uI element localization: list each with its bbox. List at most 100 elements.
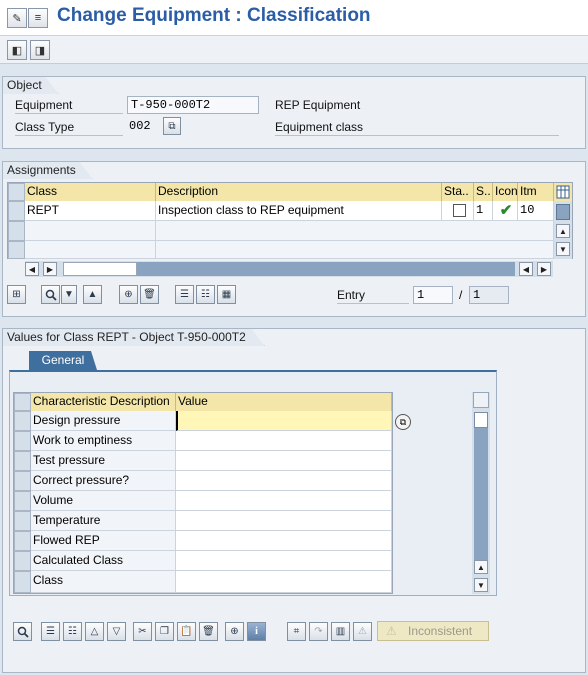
scroll-left-end-icon[interactable]: ◀ (519, 262, 533, 276)
vertical-scrollbar[interactable]: ▲ ▼ (554, 201, 572, 259)
values-group-title: Values for Class REPT - Object T-950-000… (2, 328, 265, 346)
select-all-icon[interactable]: ☰ (41, 622, 60, 641)
select-all-icon[interactable]: ☰ (175, 285, 194, 304)
cell-class[interactable] (25, 221, 156, 241)
select-all-cell[interactable] (8, 183, 25, 201)
status-checkbox[interactable] (453, 204, 466, 217)
cut-icon[interactable]: ✂ (133, 622, 152, 641)
assignments-table: Class Description Sta.. S.. Icon Itm REP… (7, 182, 573, 259)
column-header-icon[interactable]: Icon (493, 183, 518, 201)
column-header-item[interactable]: Itm (518, 183, 554, 201)
column-header-status[interactable]: Sta.. (442, 183, 474, 201)
sort-ascending-icon[interactable]: △ (85, 622, 104, 641)
characteristic-label: Class (31, 571, 176, 593)
search-icon[interactable] (41, 285, 60, 304)
row-selector[interactable] (14, 471, 31, 491)
search-icon[interactable] (13, 622, 32, 641)
scroll-up-icon[interactable]: ▲ (474, 560, 488, 574)
dropdown-icon[interactable]: ▼ (61, 285, 77, 304)
table-settings-icon[interactable] (554, 183, 572, 201)
chart-icon: ⚠ (353, 622, 372, 641)
row-selector[interactable] (14, 411, 31, 431)
deselect-all-icon[interactable]: ☷ (63, 622, 82, 641)
object-group-title: Object (2, 76, 59, 94)
scroll-thumb[interactable] (556, 204, 570, 220)
move-up-icon[interactable]: ▲ (83, 285, 102, 304)
scroll-right-icon[interactable]: ▶ (537, 262, 551, 276)
scroll-down-icon[interactable]: ▼ (556, 242, 570, 256)
row-selector[interactable] (14, 431, 31, 451)
value-input[interactable] (176, 511, 392, 531)
entry-field[interactable]: 1 (413, 286, 453, 304)
title-bar: ✎ ≡ Change Equipment : Classification (0, 0, 588, 36)
delete-icon[interactable]: 🗑 (140, 285, 159, 304)
scroll-track (474, 428, 488, 560)
add-value-icon[interactable]: ⊕ (225, 622, 244, 641)
value-help-icon[interactable]: ⧉ (395, 414, 411, 430)
scroll-thumb[interactable] (63, 262, 137, 276)
row-selector[interactable] (14, 531, 31, 551)
cell-class[interactable]: REPT (25, 201, 156, 221)
paste-icon[interactable]: 📋 (177, 622, 196, 641)
binoculars-icon[interactable]: ⌗ (287, 622, 306, 641)
row-selector[interactable] (14, 511, 31, 531)
insert-row-icon[interactable]: ⊞ (7, 285, 26, 304)
details-icon[interactable]: ▦ (217, 285, 236, 304)
empty-row (156, 221, 554, 241)
vertical-scrollbar[interactable]: ▲ ▼ (472, 392, 490, 594)
column-header-characteristic[interactable]: Characteristic Description (31, 393, 176, 411)
cell-item[interactable]: 10 (518, 201, 554, 221)
inconsistent-button: ⚠ Inconsistent (377, 621, 489, 641)
column-header-description[interactable]: Description (156, 183, 442, 201)
scroll-thumb[interactable] (474, 412, 488, 428)
value-input[interactable] (176, 571, 392, 593)
value-input[interactable] (176, 531, 392, 551)
row-selector[interactable] (8, 241, 25, 259)
value-input[interactable] (176, 491, 392, 511)
delete-icon[interactable]: 🗑 (199, 622, 218, 641)
scroll-down-icon[interactable]: ▼ (474, 578, 488, 592)
characteristic-label: Test pressure (31, 451, 176, 471)
row-selector[interactable] (8, 201, 25, 221)
scroll-up-icon[interactable]: ▲ (556, 224, 570, 238)
cell-class[interactable] (25, 241, 156, 259)
cell-s: 1 (474, 201, 493, 221)
row-selector[interactable] (8, 221, 25, 241)
add-entry-icon[interactable]: ⊕ (119, 285, 138, 304)
copy-icon[interactable]: ❐ (155, 622, 174, 641)
row-selector[interactable] (14, 451, 31, 471)
previous-screen-icon[interactable]: ◧ (7, 40, 27, 60)
application-toolbar: ◧ ◨ (0, 36, 588, 64)
filter-icon[interactable]: ▽ (107, 622, 126, 641)
horizontal-scrollbar[interactable]: ◀ ▶ ◀ ▶ (25, 261, 553, 277)
column-header-s[interactable]: S.. (474, 183, 493, 201)
scroll-left-icon[interactable]: ◀ (25, 262, 39, 276)
entry-label: Entry (337, 288, 409, 304)
row-selector[interactable] (14, 551, 31, 571)
tab-general[interactable]: General (29, 351, 97, 370)
empty-row (156, 241, 554, 259)
select-all-cell[interactable] (14, 393, 31, 411)
value-input[interactable] (176, 411, 392, 431)
cell-status (442, 201, 474, 221)
deselect-all-icon[interactable]: ☷ (196, 285, 215, 304)
doc-icon[interactable]: ≡ (28, 8, 48, 28)
row-selector[interactable] (14, 571, 31, 593)
value-input[interactable] (176, 431, 392, 451)
info-icon[interactable]: i (247, 622, 266, 641)
row-selector[interactable] (14, 491, 31, 511)
column-layout-icon[interactable]: ▥ (331, 622, 350, 641)
value-input[interactable] (176, 551, 392, 571)
class-type-lookup-icon[interactable]: ⧉ (163, 117, 181, 135)
column-header-value[interactable]: Value (176, 393, 392, 411)
value-input[interactable] (176, 451, 392, 471)
scroll-right-small-icon[interactable]: ▶ (43, 262, 57, 276)
assignments-group-title: Assignments (2, 161, 93, 179)
value-input[interactable] (176, 471, 392, 491)
column-header-class[interactable]: Class (25, 183, 156, 201)
display-change-icon[interactable]: ✎ (7, 8, 27, 28)
next-screen-icon[interactable]: ◨ (30, 40, 50, 60)
characteristics-table: Characteristic Description Value Design … (13, 392, 393, 594)
entry-separator: / (459, 288, 463, 302)
equipment-field[interactable]: T-950-000T2 (127, 96, 259, 114)
